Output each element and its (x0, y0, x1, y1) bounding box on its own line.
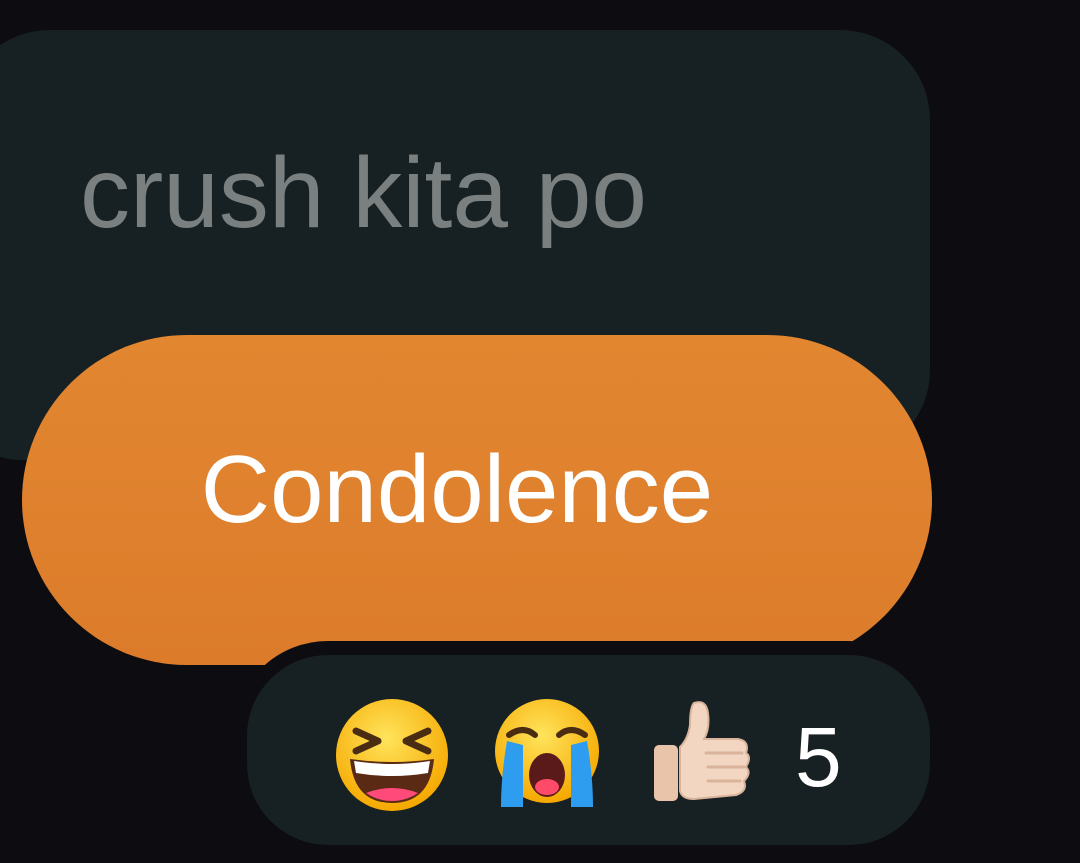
reply-message-text: Condolence (200, 436, 714, 543)
reply-message-bubble[interactable]: Condolence (22, 335, 932, 665)
received-message-text: crush kita po (80, 137, 647, 249)
loudly-crying-face-icon (487, 695, 607, 815)
thumbs-up-icon (642, 695, 762, 815)
grinning-squinting-face-icon (332, 695, 452, 815)
reaction-count: 5 (795, 710, 842, 804)
reactions-pill[interactable]: 5 (233, 641, 944, 859)
